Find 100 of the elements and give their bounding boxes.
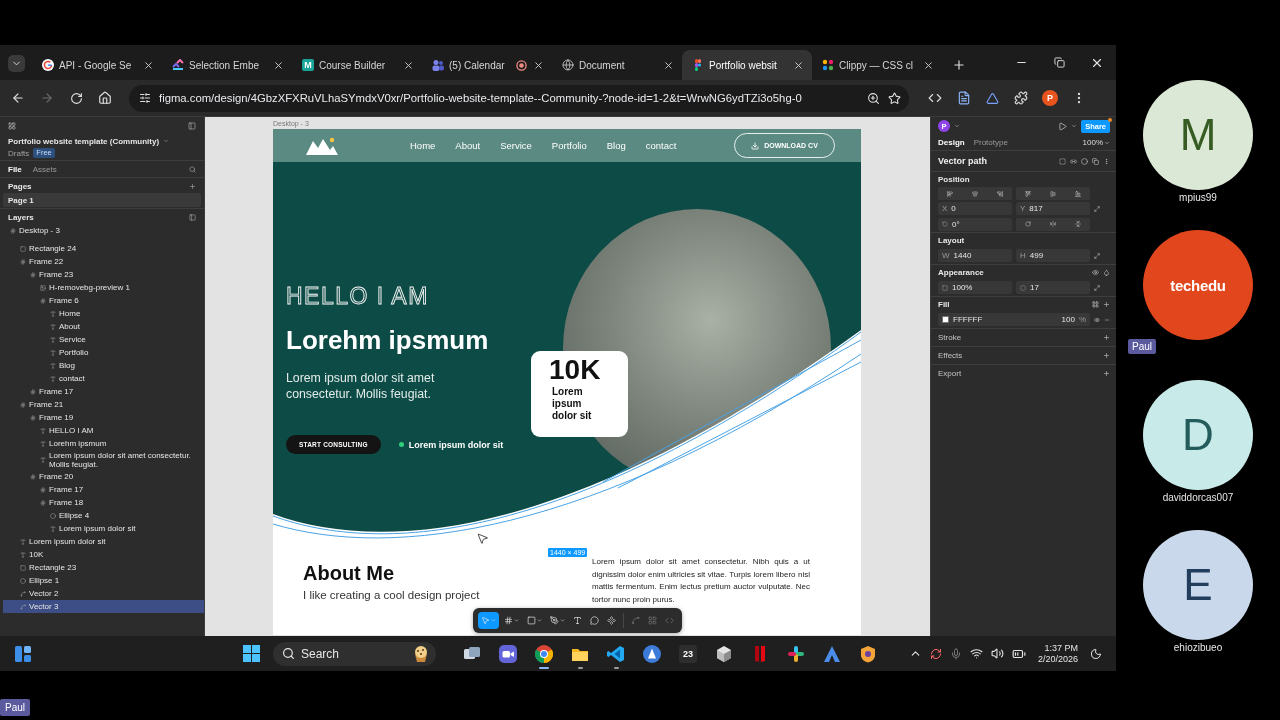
code-icon[interactable] bbox=[928, 91, 942, 105]
align-top-icon[interactable] bbox=[1025, 190, 1032, 197]
eye-icon[interactable] bbox=[1094, 316, 1100, 323]
x-field[interactable]: X 0 bbox=[938, 202, 1012, 215]
rotate-icon[interactable] bbox=[1025, 221, 1032, 227]
panel-tab[interactable]: Design bbox=[938, 138, 965, 147]
browser-tab[interactable]: Document bbox=[552, 50, 682, 80]
panel-toggle-icon[interactable] bbox=[188, 122, 196, 130]
copy-icon[interactable] bbox=[1092, 157, 1099, 165]
browser-tab[interactable]: (5) Calendar bbox=[422, 50, 552, 80]
rotation-field[interactable]: 0° bbox=[938, 217, 1012, 231]
align-bottom-icon[interactable] bbox=[1074, 190, 1081, 197]
plus-icon[interactable] bbox=[1103, 300, 1110, 308]
layer-row[interactable]: Frame 17 bbox=[3, 483, 204, 496]
nav-link[interactable]: About bbox=[455, 140, 481, 151]
grid-icon[interactable] bbox=[1092, 300, 1099, 308]
address-bar[interactable]: figma.com/design/4GbzXFXRuVLhaSYmdxV0xr/Portfolio-website-template--Community-?node-id=1-2&t=WrwNG6ydTZi3o5hg-0 bbox=[129, 84, 909, 112]
start-icon[interactable] bbox=[243, 645, 260, 662]
opacity-field[interactable]: 100% bbox=[938, 281, 1012, 294]
layout-icon[interactable] bbox=[189, 213, 196, 221]
grid-menu-icon[interactable] bbox=[8, 122, 16, 130]
resize-icon[interactable] bbox=[1094, 252, 1100, 259]
document-icon[interactable] bbox=[957, 91, 971, 105]
plus-icon[interactable] bbox=[1103, 370, 1110, 377]
zoom-icon[interactable] bbox=[867, 91, 880, 105]
browser-tab[interactable]: API - Google Se bbox=[32, 50, 162, 80]
layer-row[interactable]: 10K bbox=[3, 548, 204, 561]
layer-row[interactable]: contact bbox=[3, 372, 204, 385]
pinwheel-icon[interactable] bbox=[787, 644, 805, 663]
peak-icon[interactable] bbox=[823, 644, 841, 663]
layer-row[interactable]: Lorem ipsum dolor sit amet consectetur. Mollis feugiat. bbox=[3, 450, 204, 470]
layer-row[interactable]: Home bbox=[3, 307, 204, 320]
shield-icon[interactable] bbox=[859, 644, 877, 663]
browser-tab[interactable]: Portfolio websit bbox=[682, 50, 812, 80]
search-icon[interactable] bbox=[189, 165, 196, 173]
home-button[interactable] bbox=[98, 91, 112, 105]
layer-row[interactable]: HELLO I AM bbox=[3, 424, 204, 437]
plus-icon[interactable] bbox=[1103, 334, 1110, 341]
circle-icon[interactable] bbox=[1081, 157, 1088, 165]
panel-tab[interactable]: File bbox=[8, 164, 22, 174]
layer-row[interactable]: Blog bbox=[3, 359, 204, 372]
profile-button[interactable]: P bbox=[1042, 90, 1058, 106]
width-field[interactable]: W 1440 bbox=[938, 249, 1012, 262]
layer-row[interactable]: Ellipse 4 bbox=[3, 509, 204, 522]
video-camera-icon[interactable] bbox=[499, 644, 517, 663]
plus-icon[interactable] bbox=[1103, 352, 1110, 359]
tool-button[interactable] bbox=[478, 612, 499, 629]
widgets-icon[interactable] bbox=[15, 645, 31, 662]
layer-row[interactable]: Frame 17 bbox=[3, 385, 204, 398]
code-editor-icon[interactable] bbox=[607, 644, 625, 663]
sync-icon[interactable] bbox=[929, 647, 942, 660]
nav-link[interactable]: Blog bbox=[606, 140, 626, 151]
color-wheel-icon[interactable] bbox=[535, 644, 553, 663]
browser-tab[interactable]: M Course Builder bbox=[292, 50, 422, 80]
day-tile[interactable]: 23 bbox=[679, 644, 697, 663]
nav-link[interactable]: contact bbox=[645, 140, 677, 151]
compass-icon[interactable] bbox=[643, 644, 661, 663]
flip-vertical-icon[interactable] bbox=[1074, 221, 1081, 227]
browser-tab[interactable]: Selection Embe bbox=[162, 50, 292, 80]
tab-search-button[interactable] bbox=[8, 55, 25, 72]
layer-row[interactable]: Frame 21 bbox=[3, 398, 204, 411]
reload-button[interactable] bbox=[69, 91, 83, 105]
layer-row[interactable]: Rectangle 23 bbox=[3, 561, 204, 574]
dashed-square-icon[interactable] bbox=[1059, 157, 1066, 165]
layer-row[interactable]: Frame 6 bbox=[3, 294, 204, 307]
nav-link[interactable]: Portfolio bbox=[551, 140, 587, 151]
layer-row[interactable]: Lorem ipsum dolor sit bbox=[3, 522, 204, 535]
triangle-icon[interactable] bbox=[986, 91, 999, 105]
layer-row[interactable]: Ellipse 1 bbox=[3, 574, 204, 587]
eye-icon[interactable] bbox=[1092, 268, 1099, 276]
align-middle-icon[interactable] bbox=[1050, 190, 1056, 197]
layer-row[interactable]: Vector 3 bbox=[3, 600, 204, 613]
puzzle-icon[interactable] bbox=[1014, 91, 1028, 105]
nav-link[interactable]: Service bbox=[500, 140, 532, 151]
layer-row[interactable]: Desktop - 3 bbox=[3, 224, 204, 237]
layer-row[interactable]: About bbox=[3, 320, 204, 333]
layer-row[interactable]: Frame 23 bbox=[3, 268, 204, 281]
align-center-icon[interactable] bbox=[972, 190, 978, 197]
back-button[interactable] bbox=[11, 91, 25, 105]
cube-icon[interactable] bbox=[715, 644, 733, 663]
corner-radius-field[interactable]: 17 bbox=[1016, 281, 1090, 294]
align-left-icon[interactable] bbox=[947, 190, 954, 197]
star-icon[interactable] bbox=[888, 91, 901, 105]
layer-row[interactable]: Lorehm ipsmum bbox=[3, 437, 204, 450]
layer-row[interactable]: Frame 20 bbox=[3, 470, 204, 483]
flip-horizontal-icon[interactable] bbox=[1050, 221, 1056, 227]
layer-row[interactable]: Rectangle 24 bbox=[3, 242, 204, 255]
layer-row[interactable]: H-removebg-preview 1 bbox=[3, 281, 204, 294]
microphone-icon[interactable] bbox=[949, 647, 962, 660]
height-field[interactable]: H 499 bbox=[1016, 249, 1090, 262]
layer-row[interactable]: Lorem ipsum dolor sit bbox=[3, 535, 204, 548]
y-field[interactable]: Y 817 bbox=[1016, 202, 1090, 215]
plus-icon[interactable] bbox=[189, 182, 196, 190]
taskbar-search-field[interactable]: Search bbox=[273, 641, 436, 666]
layer-row[interactable]: Service bbox=[3, 333, 204, 346]
panel-tab[interactable]: Prototype bbox=[973, 138, 1008, 147]
layer-row[interactable]: Frame 22 bbox=[3, 255, 204, 268]
layer-row[interactable]: Frame 18 bbox=[3, 496, 204, 509]
droplet-icon[interactable] bbox=[1103, 268, 1110, 276]
layer-row[interactable]: Frame 19 bbox=[3, 411, 204, 424]
